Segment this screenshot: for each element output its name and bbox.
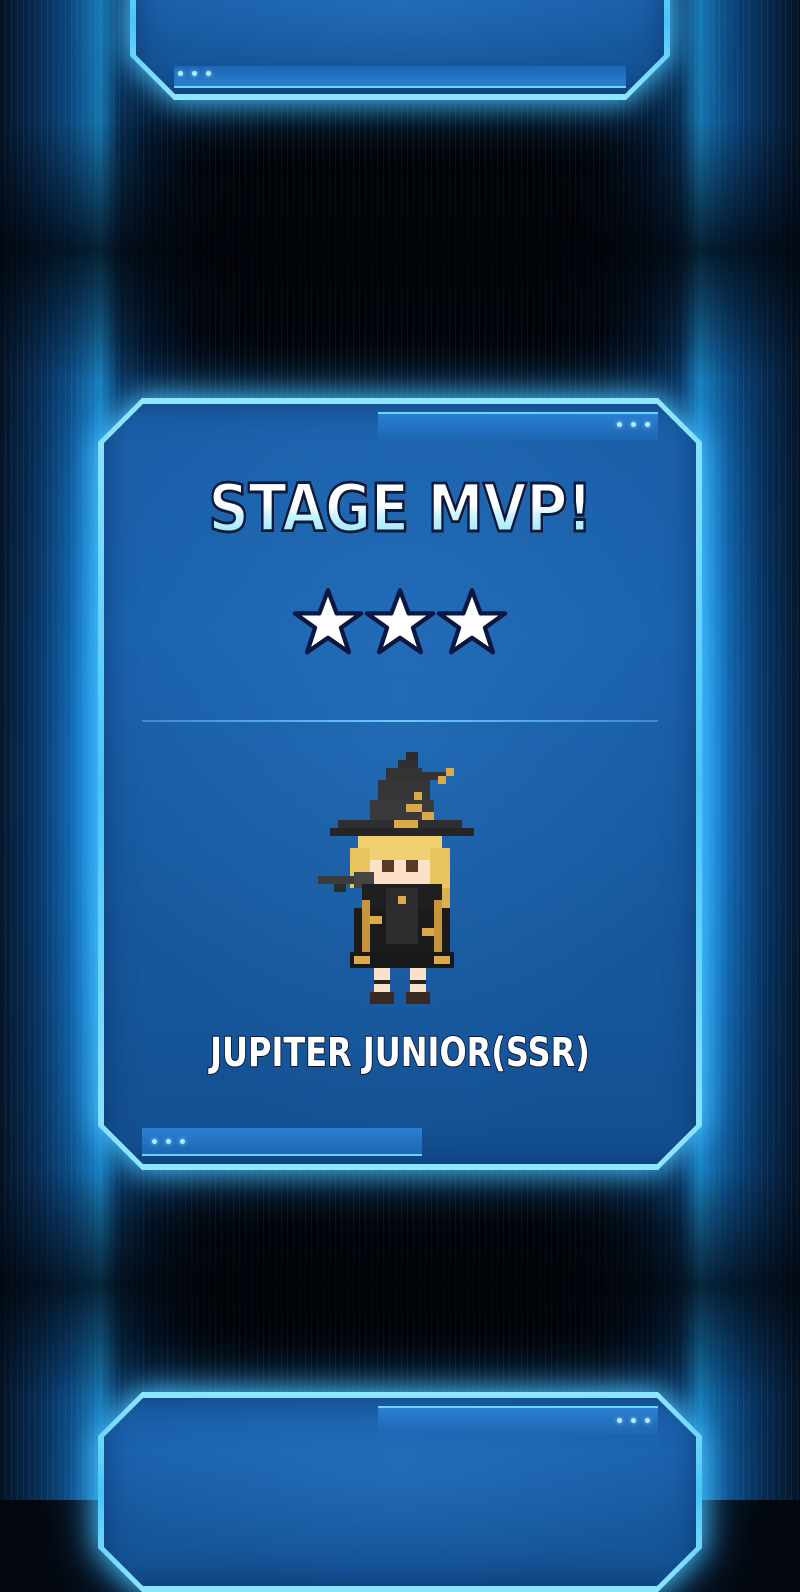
background-fade-top [0, 120, 800, 380]
background-fade-bottom [0, 1170, 800, 1400]
next-panel [98, 1392, 702, 1592]
star-icon [364, 588, 436, 655]
witch-character-sprite [318, 752, 474, 1004]
panel-top-stripe [378, 1406, 658, 1434]
stage-mvp-title: STAGE MVP! [56, 469, 744, 549]
ellipsis-dots-icon [617, 1418, 650, 1423]
star-icon [436, 588, 508, 655]
divider [142, 720, 658, 722]
ellipsis-dots-icon [617, 422, 650, 427]
star-rating [0, 586, 800, 658]
character-name: JUPITER JUNIOR(SSR) [209, 1029, 590, 1077]
star-icon [292, 588, 364, 655]
ellipsis-dots-icon [178, 71, 211, 76]
ellipsis-dots-icon [152, 1139, 185, 1144]
panel-top-stripe [378, 412, 658, 440]
previous-panel [130, 0, 670, 100]
